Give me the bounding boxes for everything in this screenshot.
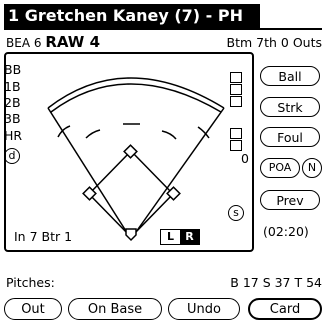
- runs-count: 0: [241, 151, 249, 166]
- out-button[interactable]: Out: [4, 298, 62, 320]
- title-divider: [4, 28, 322, 30]
- on-base-button[interactable]: On Base: [68, 298, 162, 320]
- stat-3b: 3B: [4, 111, 21, 126]
- stat-hr: HR: [4, 128, 23, 143]
- pitch-timer: (02:20): [263, 224, 309, 239]
- run-box-1: [230, 128, 242, 139]
- stat-2b: 2B: [4, 95, 21, 110]
- out-box-3: [230, 96, 242, 107]
- card-button[interactable]: Card: [248, 298, 322, 320]
- title-bar: 1 Gretchen Kaney (7) - PH: [4, 4, 260, 28]
- prev-button[interactable]: Prev: [260, 190, 320, 210]
- hand-right[interactable]: R: [180, 230, 199, 244]
- inning-batter: In 7 Btr 1: [14, 229, 73, 244]
- ball-button[interactable]: Ball: [260, 66, 320, 86]
- home-score: BEA 6: [6, 36, 42, 50]
- stat-bb: BB: [4, 62, 22, 77]
- foul-button[interactable]: Foul: [260, 127, 320, 147]
- poa-button[interactable]: POA: [260, 158, 300, 178]
- strike-button[interactable]: Strk: [260, 97, 320, 117]
- inning-status: Btm 7th 0 Outs: [226, 35, 322, 50]
- undo-button[interactable]: Undo: [168, 298, 240, 320]
- s-circle-icon[interactable]: s: [228, 205, 244, 221]
- away-score: RAW 4: [45, 33, 101, 51]
- batter-hand-toggle[interactable]: L R: [160, 229, 200, 245]
- n-button[interactable]: N: [302, 158, 322, 178]
- out-box-2: [230, 84, 242, 95]
- out-box-1: [230, 72, 242, 83]
- d-circle-icon[interactable]: d: [4, 148, 20, 164]
- pitch-counts: B 17 S 37 T 54: [230, 275, 322, 290]
- stat-1b: 1B: [4, 79, 21, 94]
- hand-left[interactable]: L: [161, 230, 180, 244]
- field-diagram: [47, 77, 225, 242]
- run-box-2: [230, 140, 242, 151]
- baseball-field[interactable]: [4, 52, 254, 252]
- batter-title: 1 Gretchen Kaney (7) - PH: [8, 6, 244, 25]
- game-score: BEA 6 RAW 4: [6, 34, 100, 51]
- pitches-label: Pitches:: [6, 275, 55, 290]
